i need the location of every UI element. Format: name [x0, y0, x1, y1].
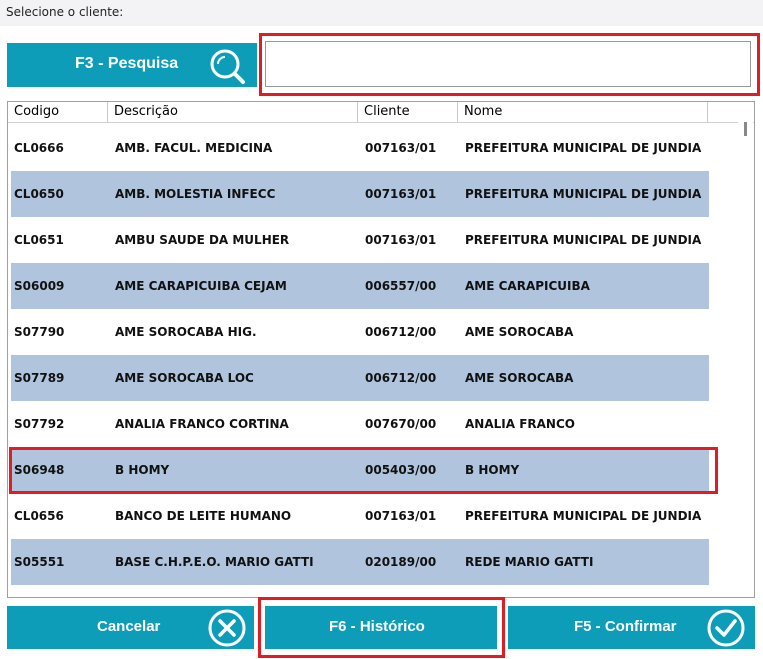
cell-cliente: 006712/00	[365, 371, 437, 385]
cell-cliente: 006557/00	[365, 279, 437, 293]
select-client-label: Selecione o cliente:	[6, 5, 124, 19]
cell-codigo: S07792	[14, 417, 65, 431]
cell-descricao: AMB. MOLESTIA INFECC	[115, 187, 276, 201]
table-row[interactable]: CL0651 AMBU SAUDE DA MULHER 007163/01 PR…	[11, 217, 709, 263]
search-input-wrapper	[265, 41, 751, 87]
close-circle-icon	[207, 608, 247, 651]
table-row[interactable]: CL0666 AMB. FACUL. MEDICINA 007163/01 PR…	[11, 125, 709, 171]
cell-cliente: 007670/00	[365, 417, 437, 431]
cell-codigo: S05551	[14, 555, 65, 569]
cell-codigo: S07790	[14, 325, 65, 339]
table-row-selected[interactable]: S06948 B HOMY 005403/00 B HOMY	[11, 447, 709, 493]
cell-nome: B HOMY	[465, 463, 520, 477]
cell-cliente: 007163/01	[365, 233, 437, 247]
cell-nome: REDE MARIO GATTI	[465, 555, 594, 569]
cell-descricao: AMB. FACUL. MEDICINA	[115, 141, 273, 155]
cancel-button-label: Cancelar	[97, 618, 161, 635]
search-button[interactable]: F3 - Pesquisa	[7, 43, 257, 87]
cell-descricao: AMBU SAUDE DA MULHER	[115, 233, 290, 247]
cell-cliente: 006712/00	[365, 325, 437, 339]
cell-nome: AME CARAPICUIBA	[465, 279, 590, 293]
cell-nome: PREFEITURA MUNICIPAL DE JUNDIA	[465, 233, 702, 247]
history-button[interactable]: F6 - Histórico	[265, 606, 497, 649]
confirm-button-label: F5 - Confirmar	[574, 618, 677, 635]
cell-codigo: CL0666	[14, 141, 64, 155]
search-button-label: F3 - Pesquisa	[75, 55, 179, 72]
table-row[interactable]: S07790 AME SOROCABA HIG. 006712/00 AME S…	[11, 309, 709, 355]
client-table: Codigo Descrição Cliente Nome CL0666 AMB…	[7, 101, 755, 598]
cell-descricao: BASE C.H.P.E.O. MARIO GATTI	[115, 555, 314, 569]
search-icon	[207, 46, 247, 89]
check-circle-icon	[706, 608, 746, 651]
cell-cliente: 020189/00	[365, 555, 437, 569]
cell-descricao: AME SOROCABA HIG.	[115, 325, 257, 339]
column-header-nome[interactable]: Nome	[458, 102, 708, 122]
search-input[interactable]	[266, 42, 750, 86]
cell-cliente: 007163/01	[365, 509, 437, 523]
table-row[interactable]: S07792 ANALIA FRANCO CORTINA 007670/00 A…	[11, 401, 709, 447]
cell-nome: AME SOROCABA	[465, 325, 574, 339]
cell-codigo: CL0651	[14, 233, 64, 247]
scrollbar-thumb[interactable]	[744, 122, 747, 136]
history-button-label: F6 - Histórico	[329, 618, 425, 635]
column-header-cliente[interactable]: Cliente	[358, 102, 458, 122]
column-header-descricao[interactable]: Descrição	[108, 102, 358, 122]
cell-descricao: BANCO DE LEITE HUMANO	[115, 509, 292, 523]
cell-descricao: AME SOROCABA LOC	[115, 371, 254, 385]
table-header: Codigo Descrição Cliente Nome	[8, 102, 754, 123]
table-row[interactable]: S06009 AME CARAPICUIBA CEJAM 006557/00 A…	[11, 263, 709, 309]
cell-nome: PREFEITURA MUNICIPAL DE JUNDIA	[465, 509, 702, 523]
cell-nome: PREFEITURA MUNICIPAL DE JUNDIA	[465, 187, 702, 201]
cell-nome: AME SOROCABA	[465, 371, 574, 385]
column-header-codigo[interactable]: Codigo	[8, 102, 108, 122]
cell-codigo: S06948	[14, 463, 65, 477]
cell-descricao: AME CARAPICUIBA CEJAM	[115, 279, 287, 293]
table-row[interactable]: CL0656 BANCO DE LEITE HUMANO 007163/01 P…	[11, 493, 709, 539]
table-row[interactable]: CL0650 AMB. MOLESTIA INFECC 007163/01 PR…	[11, 171, 709, 217]
cell-descricao: B HOMY	[115, 463, 170, 477]
cell-nome: PREFEITURA MUNICIPAL DE JUNDIA	[465, 141, 702, 155]
cell-cliente: 007163/01	[365, 141, 437, 155]
cell-codigo: S06009	[14, 279, 65, 293]
cell-descricao: ANALIA FRANCO CORTINA	[115, 417, 289, 431]
top-bar: Selecione o cliente:	[0, 0, 763, 26]
cell-codigo: S07789	[14, 371, 65, 385]
cell-cliente: 007163/01	[365, 187, 437, 201]
table-row[interactable]: S05551 BASE C.H.P.E.O. MARIO GATTI 02018…	[11, 539, 709, 585]
cell-cliente: 005403/00	[365, 463, 437, 477]
vertical-scrollbar[interactable]	[738, 122, 753, 597]
cell-nome: ANALIA FRANCO	[465, 417, 575, 431]
cell-codigo: CL0650	[14, 187, 64, 201]
table-row[interactable]: S07789 AME SOROCABA LOC 006712/00 AME SO…	[11, 355, 709, 401]
cell-codigo: CL0656	[14, 509, 64, 523]
confirm-button[interactable]: F5 - Confirmar	[508, 606, 755, 649]
cancel-button[interactable]: Cancelar	[7, 606, 254, 649]
